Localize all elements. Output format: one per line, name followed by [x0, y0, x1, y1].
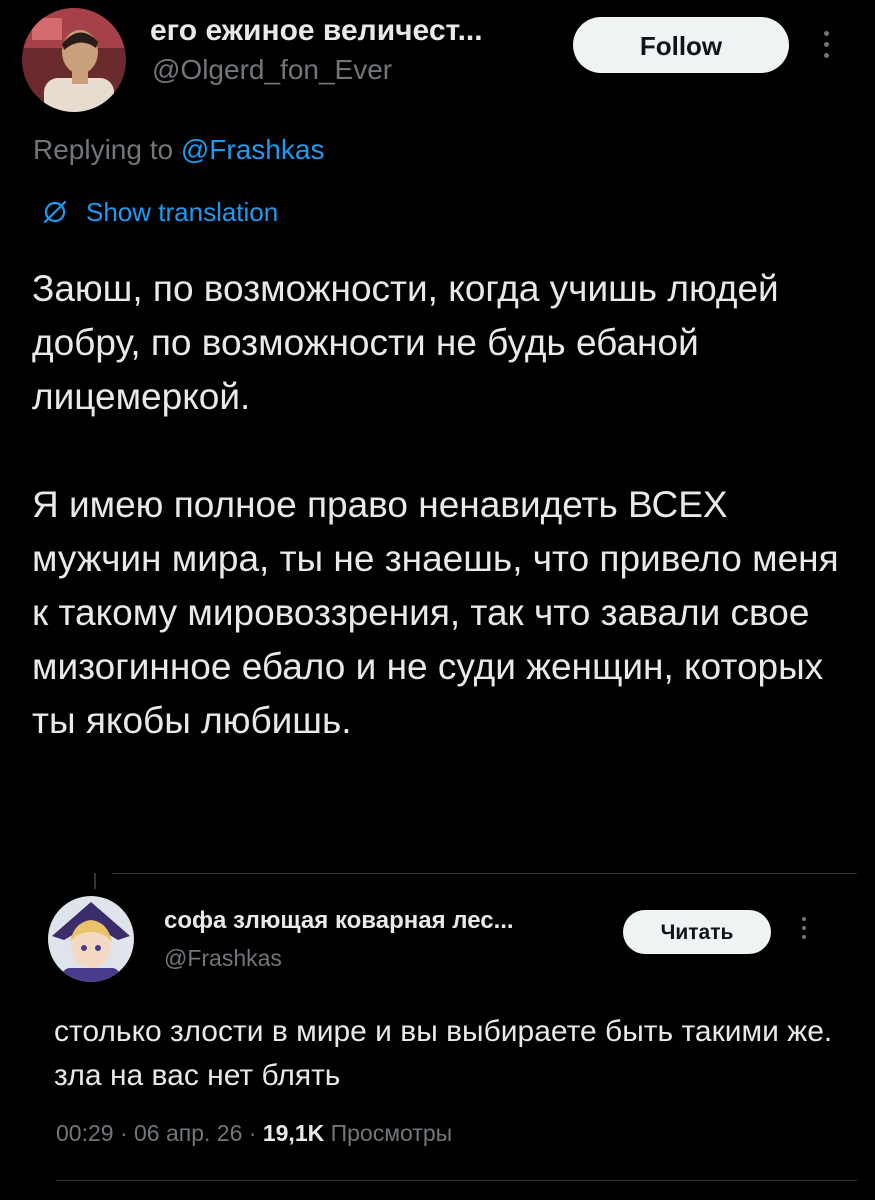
views-label[interactable]: Просмотры — [331, 1120, 453, 1146]
author-handle[interactable]: @Olgerd_fon_Ever — [152, 52, 392, 88]
replying-to-prefix: Replying to — [33, 134, 174, 165]
read-button[interactable]: Читать — [623, 910, 771, 954]
show-translation-label: Show translation — [86, 197, 279, 227]
thread-connector — [94, 873, 96, 889]
tweet-date[interactable]: 06 апр. 26 — [134, 1120, 242, 1146]
quoted-tweet-text: столько злости в мире и вы выбираете быт… — [54, 1010, 834, 1098]
author-avatar[interactable] — [22, 8, 126, 112]
more-options-icon[interactable] — [800, 917, 808, 944]
divider — [112, 873, 857, 874]
more-options-icon[interactable] — [822, 31, 830, 64]
quoted-author-avatar[interactable] — [48, 896, 134, 982]
tweet-meta: 00:29 · 06 апр. 26 · 19,1K Просмотры — [56, 1118, 452, 1148]
quoted-author-display-name[interactable]: софа злющая коварная лес... — [164, 905, 596, 937]
views-count[interactable]: 19,1K — [263, 1120, 324, 1146]
tweet-time[interactable]: 00:29 — [56, 1120, 114, 1146]
divider — [56, 1180, 857, 1181]
follow-button[interactable]: Follow — [573, 17, 789, 73]
quoted-tweet-paragraph: столько злости в мире и вы выбираете быт… — [54, 1015, 833, 1092]
replying-to-mention[interactable]: @Frashkas — [181, 134, 325, 165]
tweet-paragraph: Заюш, по возможности, когда учишь людей … — [32, 268, 779, 417]
meta-separator: · — [119, 1120, 135, 1146]
tweet-text: Заюш, по возможности, когда учишь людей … — [32, 262, 852, 748]
author-display-name[interactable]: его ежиное величест... — [150, 12, 550, 50]
tweet-paragraph: Я имею полное право ненавидеть ВСЕХ мужч… — [32, 484, 839, 741]
meta-separator: · — [248, 1120, 263, 1146]
quoted-author-handle[interactable]: @Frashkas — [164, 943, 282, 973]
globe-slash-icon — [43, 200, 67, 224]
show-translation-link[interactable]: Show translation — [40, 195, 278, 229]
replying-to: Replying to @Frashkas — [33, 132, 324, 168]
